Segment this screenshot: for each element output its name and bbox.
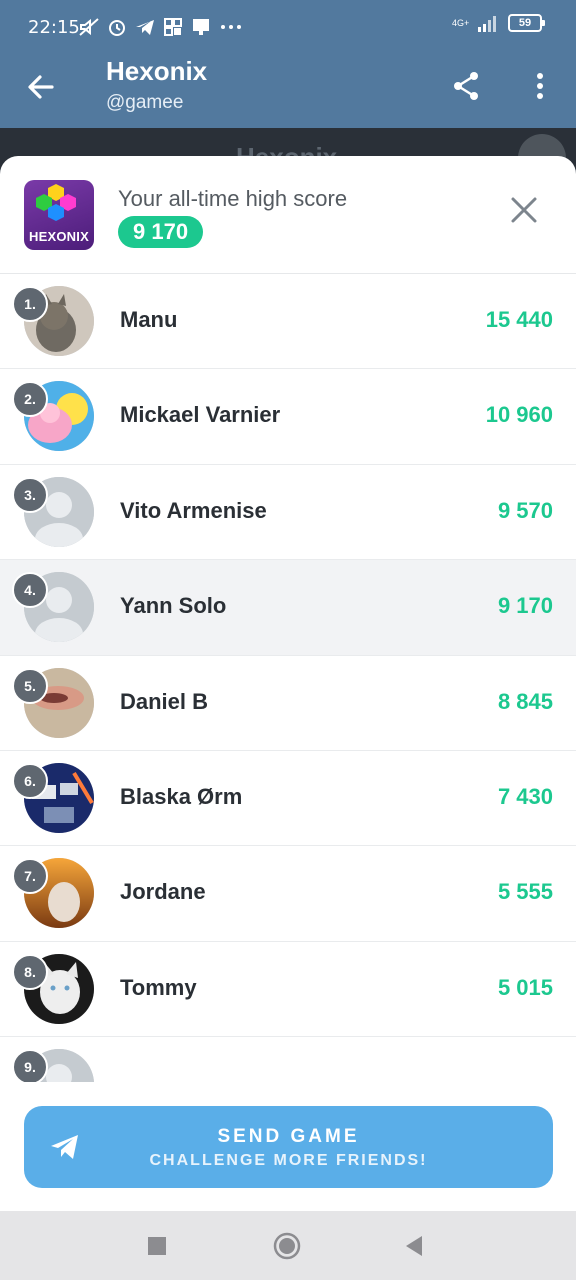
mute-icon [79, 18, 99, 36]
top-bar: 22:15 4G+ 59 Hexonix @gamee [0, 0, 576, 128]
notification-icon [193, 19, 209, 35]
bottom-action-area: SEND GAME CHALLENGE MORE FRIENDS! [0, 1082, 576, 1211]
game-logo-text: HEXONIX [29, 229, 89, 244]
leaderboard-row[interactable]: 9. [0, 1037, 576, 1082]
player-name: Manu [120, 307, 178, 332]
more-vertical-icon[interactable] [526, 70, 554, 102]
leaderboard-row[interactable]: 7. Jordane 5 555 [0, 846, 576, 942]
game-logo: HEXONIX [24, 180, 94, 250]
player-name: Mickael Varnier [120, 402, 281, 428]
player-score: 7 430 [497, 783, 553, 809]
leaderboard-list: 1. Manu 15 440 2. Mickael Varnier 10 960… [0, 274, 576, 1082]
player-score: 15 440 [485, 307, 553, 332]
leaderboard-row-current-user[interactable]: 4. Yann Solo 9 170 [0, 560, 576, 656]
rank-badge: 9. [12, 1049, 48, 1082]
status-bar: 22:15 4G+ 59 [0, 0, 576, 56]
leaderboard-row[interactable]: 2. Mickael Varnier 10 960 [0, 369, 576, 465]
recents-icon[interactable] [142, 1231, 172, 1261]
player-name: Jordane [120, 879, 206, 905]
leaderboard-row[interactable]: 5. Daniel B 8 845 [0, 655, 576, 751]
rank-badge: 8. [12, 953, 48, 990]
rank-badge: 4. [12, 572, 48, 609]
app-title: Hexonix [106, 56, 208, 86]
send-game-subtitle: CHALLENGE MORE FRIENDS! [149, 1152, 428, 1169]
player-name: Daniel B [120, 688, 209, 714]
status-time: 22:15 [28, 17, 80, 38]
share-icon[interactable] [450, 70, 482, 102]
network-label: 4G+ [452, 17, 470, 28]
signal-icon [478, 16, 496, 32]
back-arrow-icon[interactable] [24, 70, 58, 104]
system-nav-bar [0, 1211, 576, 1280]
rank-badge: 6. [12, 762, 48, 799]
more-dots-icon [221, 25, 241, 29]
close-icon[interactable] [510, 196, 538, 224]
send-game-title: SEND GAME [217, 1126, 360, 1147]
battery-level: 59 [518, 17, 532, 29]
leaderboard-row[interactable]: 8. Tommy 5 015 [0, 941, 576, 1038]
sheet-header: HEXONIX Your all-time high score 9 170 [0, 156, 576, 274]
grid-icon [164, 18, 182, 36]
rank-badge: 1. [12, 286, 48, 322]
player-score: 9 170 [497, 593, 553, 619]
app-subtitle: @gamee [106, 92, 184, 113]
player-name: Blaska Ørm [120, 783, 243, 809]
back-nav-icon[interactable] [400, 1231, 430, 1261]
player-name: Vito Armenise [120, 497, 267, 523]
high-score-label: Your all-time high score [118, 186, 348, 211]
leaderboard-row[interactable]: 3. Vito Armenise 9 570 [0, 464, 576, 561]
player-score: 8 845 [497, 688, 553, 714]
high-score-badge: 9 170 [118, 216, 204, 248]
player-name: Tommy [120, 974, 197, 1000]
player-score: 10 960 [485, 402, 553, 428]
battery-icon: 59 [508, 14, 545, 32]
leaderboard-row[interactable]: 1. Manu 15 440 [0, 274, 576, 370]
status-right: 4G+ 59 [452, 14, 545, 32]
rank-badge: 5. [12, 667, 48, 704]
send-game-button[interactable]: SEND GAME CHALLENGE MORE FRIENDS! [24, 1106, 553, 1188]
player-score: 9 570 [497, 497, 553, 523]
hexagon-pieces-icon [36, 184, 76, 221]
status-icons [78, 14, 244, 40]
home-icon[interactable] [272, 1231, 302, 1261]
telegram-icon [136, 20, 154, 35]
rank-badge: 3. [12, 476, 48, 513]
leaderboard-row[interactable]: 6. Blaska Ørm 7 430 [0, 750, 576, 847]
player-score: 5 015 [497, 974, 553, 1000]
player-score: 5 555 [497, 879, 553, 905]
app-bar: Hexonix @gamee [0, 56, 576, 128]
player-name: Yann Solo [120, 593, 227, 619]
leaderboard-sheet: HEXONIX Your all-time high score 9 170 1… [0, 156, 576, 1211]
alarm-icon [109, 20, 125, 36]
